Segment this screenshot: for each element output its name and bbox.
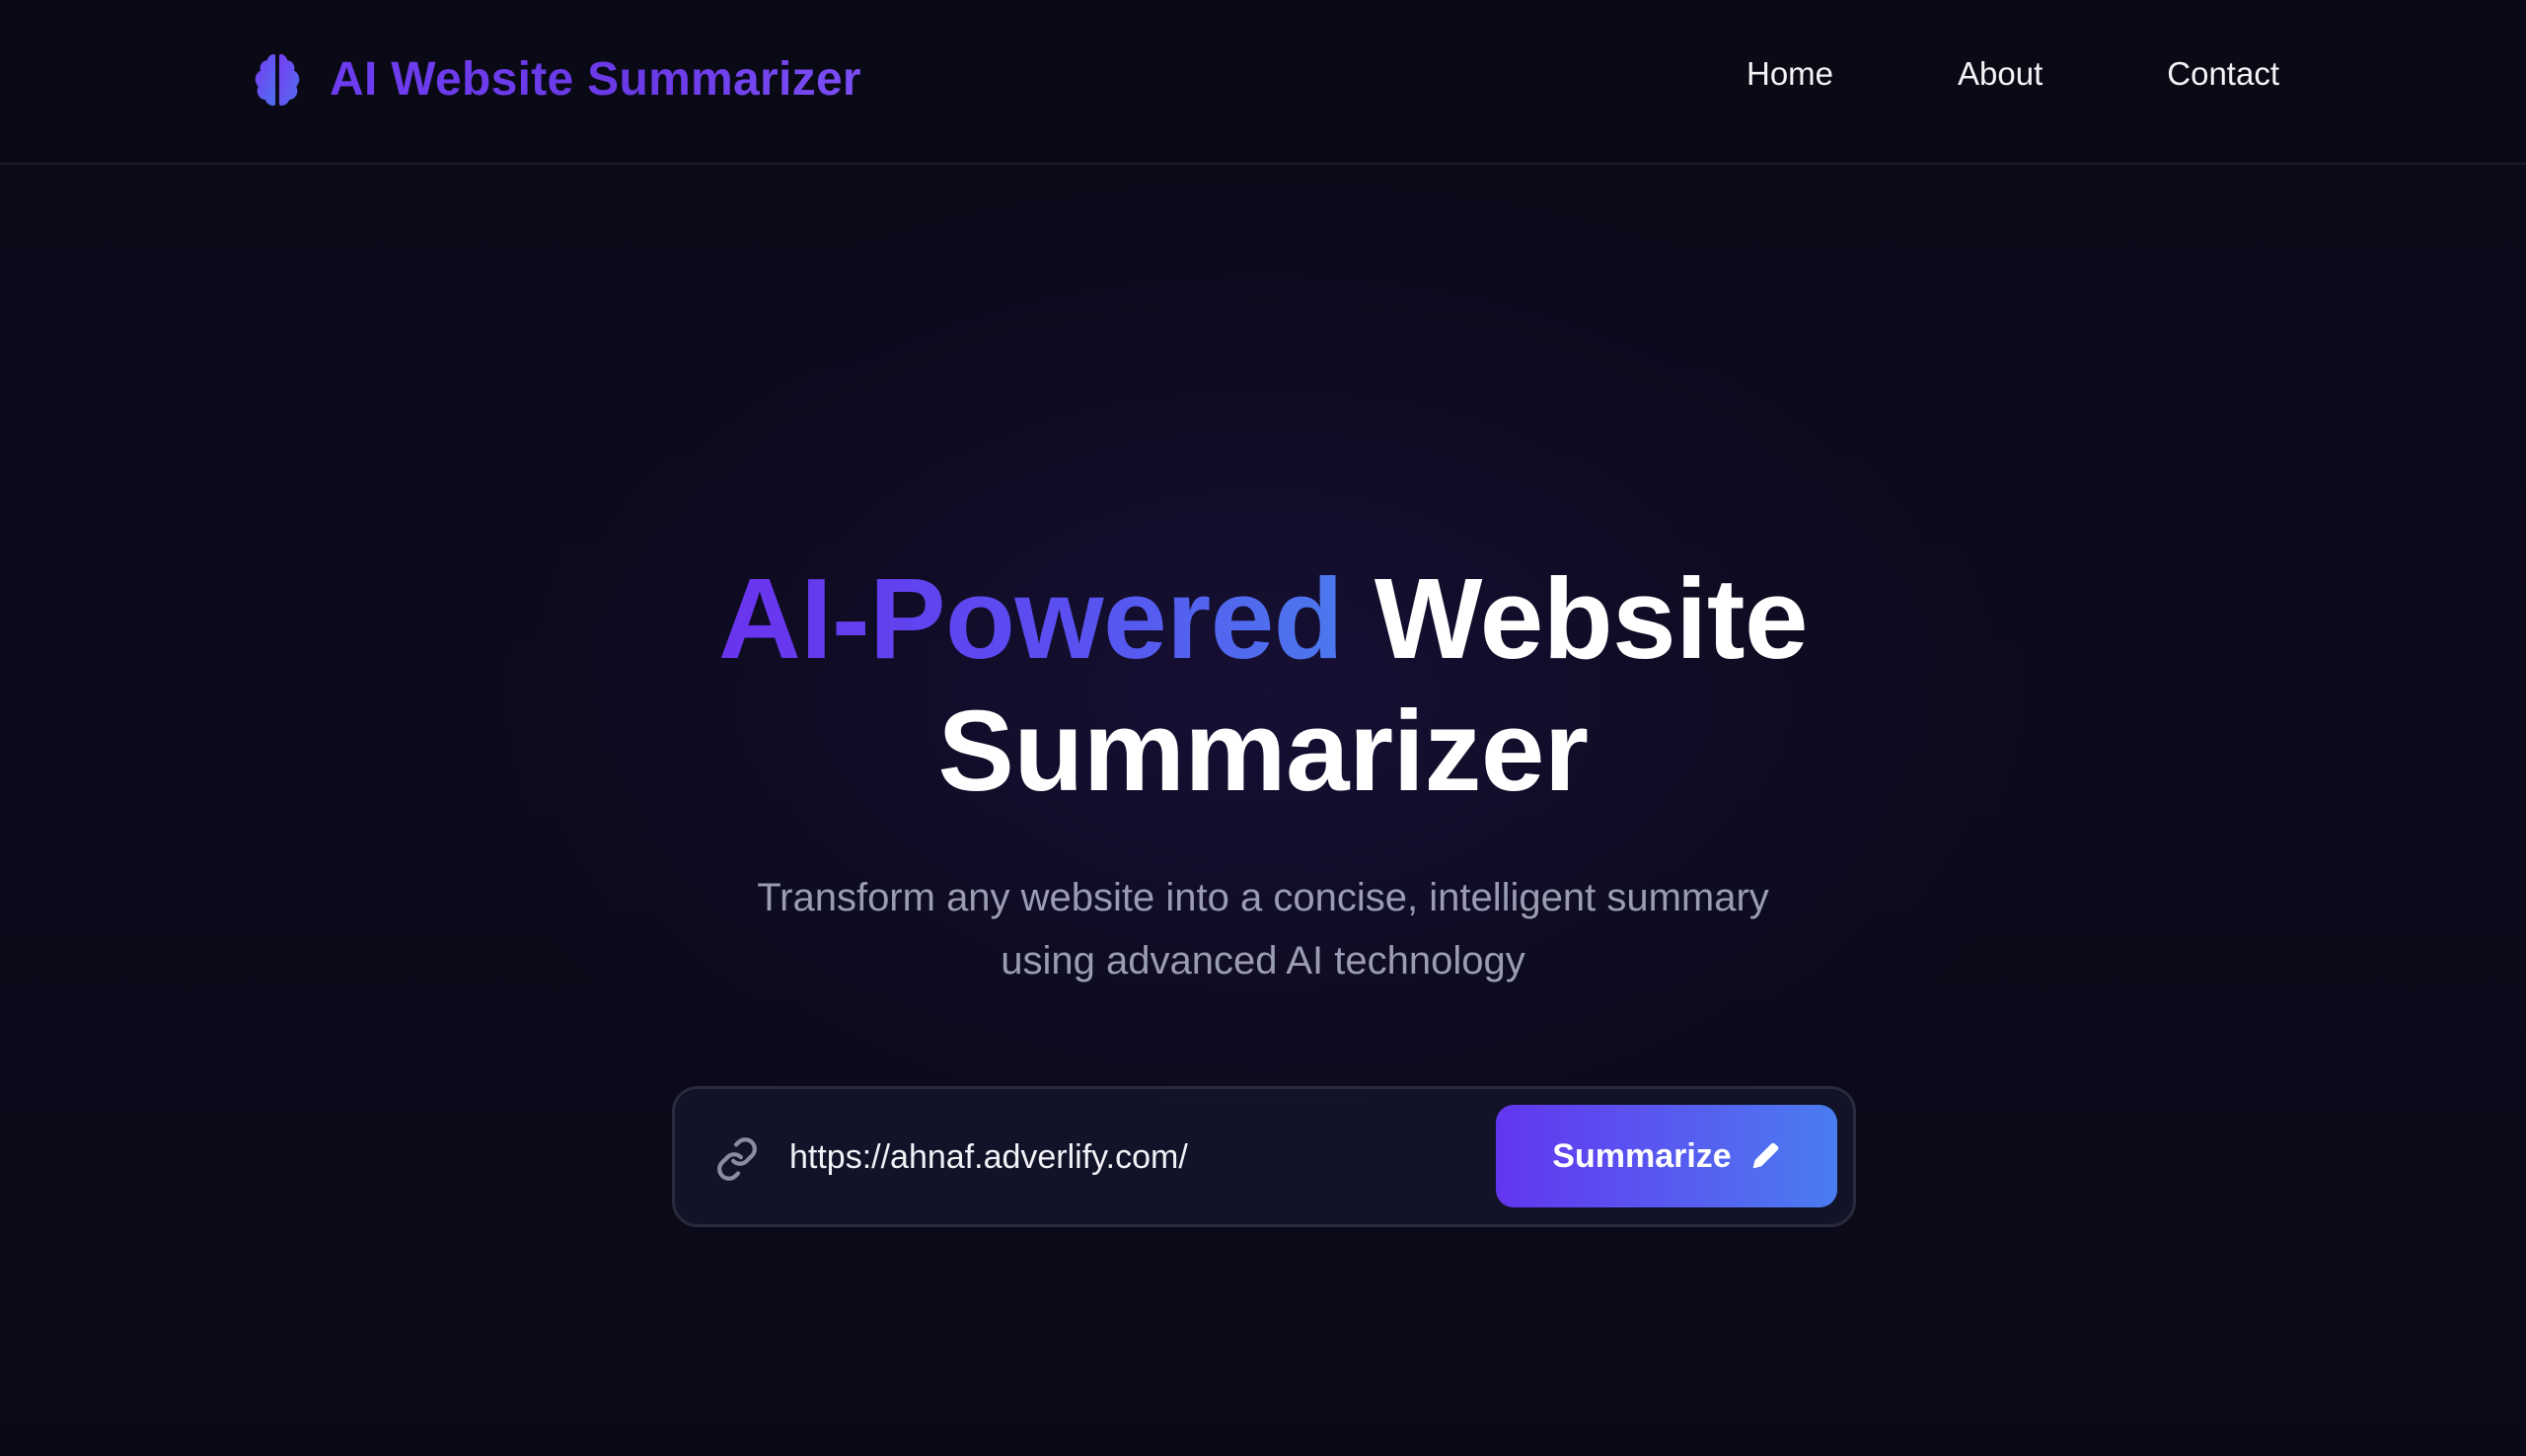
- page: AI Website Summarizer Home About Contact…: [0, 0, 2526, 1456]
- pencil-icon: [1752, 1142, 1778, 1169]
- url-search-box: Summarize: [672, 1086, 1856, 1227]
- brain-icon: [255, 53, 300, 107]
- brand[interactable]: AI Website Summarizer: [247, 47, 861, 110]
- hero-subtitle-line2: using advanced AI technology: [1001, 939, 1525, 983]
- hero-section: AI-Powered Website Summarizer Transform …: [0, 552, 2526, 992]
- nav-item-about[interactable]: About: [1958, 55, 2043, 93]
- nav-item-home[interactable]: Home: [1746, 55, 1833, 93]
- url-input[interactable]: [789, 1125, 1441, 1190]
- summarize-button[interactable]: Summarize: [1496, 1105, 1837, 1207]
- nav-links: Home About Contact: [1746, 55, 2279, 93]
- nav-item-contact[interactable]: Contact: [2167, 55, 2279, 93]
- hero-subtitle: Transform any website into a concise, in…: [681, 866, 1845, 992]
- navbar: AI Website Summarizer Home About Contact: [0, 0, 2526, 165]
- hero-title-rest: Website: [1374, 554, 1809, 683]
- summarize-button-label: Summarize: [1552, 1136, 1732, 1175]
- hero-subtitle-line1: Transform any website into a concise, in…: [757, 876, 1769, 919]
- hero-title: AI-Powered Website Summarizer: [0, 552, 2526, 817]
- hero-title-line2: Summarizer: [937, 687, 1589, 815]
- brand-title: AI Website Summarizer: [330, 52, 861, 106]
- link-icon: [717, 1137, 757, 1181]
- hero-title-accent: AI-Powered: [717, 554, 1344, 683]
